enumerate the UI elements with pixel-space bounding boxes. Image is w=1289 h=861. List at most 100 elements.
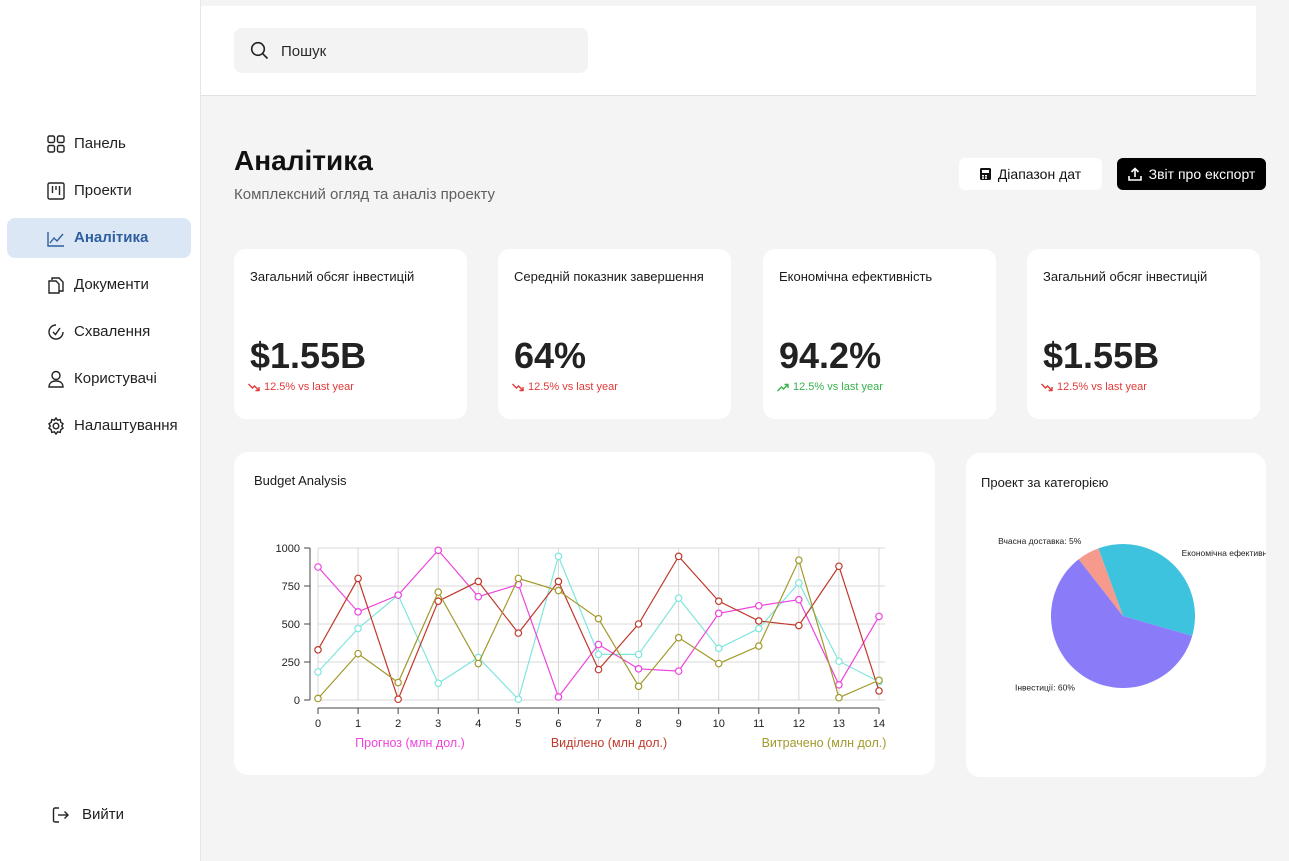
sidebar-item-label: Документи xyxy=(74,276,149,293)
export-report-label: Звіт про експорт xyxy=(1148,166,1256,182)
data-point xyxy=(554,577,563,586)
stat-card-title: Загальний обсяг інвестицій xyxy=(250,269,415,284)
stat-card-trend-text: 12.5% vs last year xyxy=(793,381,883,393)
data-point xyxy=(875,676,883,685)
data-point xyxy=(835,562,843,571)
legend-entry: Прогноз (млн дол.) xyxy=(355,736,465,750)
stat-card-trend: 12.5% vs last year xyxy=(512,381,618,393)
sidebar-item-projects[interactable]: Проекти xyxy=(7,171,191,211)
x-tick-label: 9 xyxy=(676,718,682,730)
x-tick-label: 10 xyxy=(713,718,725,730)
data-point xyxy=(354,649,362,658)
stat-card: Економічна ефективність 94.2% 12.5% vs l… xyxy=(763,249,996,419)
stat-card-title: Економічна ефективність xyxy=(779,269,933,284)
stat-card: Загальний обсяг інвестицій $1.55B 12.5% … xyxy=(234,249,467,419)
y-tick-label: 750 xyxy=(282,581,300,593)
date-range-button[interactable]: Діапазон дат xyxy=(959,158,1102,190)
export-report-button[interactable]: Звіт про експорт xyxy=(1117,158,1266,190)
pie-label: Економічна ефективність: 35% xyxy=(1182,548,1266,558)
upload-icon xyxy=(1127,167,1142,181)
search-input[interactable] xyxy=(281,40,571,62)
sidebar-item-label: Аналітика xyxy=(74,229,149,246)
logout-label: Вийти xyxy=(82,806,125,823)
data-point xyxy=(835,657,843,666)
data-point xyxy=(474,577,483,586)
stat-card-value: 64% xyxy=(514,335,587,376)
data-point xyxy=(835,681,843,689)
x-tick-label: 2 xyxy=(395,718,401,730)
y-tick-label: 0 xyxy=(294,695,300,707)
data-point xyxy=(354,624,362,633)
legend-entry: Витрачено (млн дол.) xyxy=(762,736,887,750)
data-point xyxy=(434,546,443,555)
sidebar-item-dashboard[interactable]: Панель xyxy=(7,124,191,164)
stat-card-title: Загальний обсяг інвестицій xyxy=(1043,269,1208,284)
trend-down-icon xyxy=(512,383,524,391)
sidebar-item-label: Налаштування xyxy=(74,417,178,434)
sidebar-nav: Панель Проекти Аналітика Документи Схвал… xyxy=(0,124,200,453)
gear-icon xyxy=(48,417,64,435)
x-tick-label: 14 xyxy=(873,718,885,730)
data-point xyxy=(354,574,362,583)
data-point xyxy=(434,588,443,596)
sidebar-item-users[interactable]: Користувачі xyxy=(7,359,191,399)
data-point xyxy=(754,624,763,633)
x-tick-label: 1 xyxy=(355,718,361,730)
data-point xyxy=(554,693,563,701)
date-range-label: Діапазон дат xyxy=(997,166,1082,182)
logout-button[interactable]: Вийти xyxy=(7,795,191,835)
data-point xyxy=(754,642,763,650)
sidebar-item-label: Проекти xyxy=(74,182,132,199)
sidebar-item-approvals[interactable]: Схвалення xyxy=(7,312,191,352)
data-point xyxy=(754,617,763,625)
data-point xyxy=(714,609,723,618)
category-pie-chart: Економічна ефективність: 35% Інвестиції: … xyxy=(998,536,1266,693)
data-point xyxy=(594,650,603,659)
category-panel: Проект за категорією Економічна ефективн… xyxy=(966,453,1266,777)
data-point xyxy=(594,640,603,649)
data-point xyxy=(674,667,683,675)
data-point xyxy=(514,574,523,583)
data-point xyxy=(434,679,443,688)
trend-down-icon xyxy=(1041,383,1053,391)
sidebar-item-settings[interactable]: Налаштування xyxy=(7,406,191,446)
data-point xyxy=(875,612,883,621)
data-point xyxy=(594,665,603,674)
data-point xyxy=(634,682,643,691)
data-point xyxy=(754,601,763,610)
data-point xyxy=(875,687,883,695)
sidebar-item-analytics[interactable]: Аналітика xyxy=(7,218,191,258)
legend-entry: Виділено (млн дол.) xyxy=(551,736,667,750)
y-tick-label: 500 xyxy=(282,619,300,631)
data-point xyxy=(474,659,483,668)
y-tick-label: 1000 xyxy=(276,543,300,555)
trend-down-icon xyxy=(248,383,260,391)
stat-card-trend-text: 12.5% vs last year xyxy=(264,381,354,393)
data-point xyxy=(554,586,563,595)
x-tick-label: 6 xyxy=(555,718,561,730)
x-tick-label: 4 xyxy=(475,718,481,730)
x-tick-label: 3 xyxy=(435,718,441,730)
data-point xyxy=(394,591,402,599)
kanban-icon xyxy=(47,182,65,200)
x-tick-label: 8 xyxy=(636,718,642,730)
search-box[interactable] xyxy=(234,28,588,73)
data-point xyxy=(394,678,402,687)
page-title: Аналітика xyxy=(234,145,373,176)
sidebar: Панель Проекти Аналітика Документи Схвал… xyxy=(0,0,200,861)
data-point xyxy=(634,620,643,628)
data-point xyxy=(674,552,683,561)
data-point xyxy=(674,633,683,642)
x-tick-label: 13 xyxy=(833,718,845,730)
data-point xyxy=(835,693,843,702)
stat-card-trend: 12.5% vs last year xyxy=(777,381,883,393)
sidebar-item-documents[interactable]: Документи xyxy=(7,265,191,305)
top-bar xyxy=(201,6,1256,96)
x-tick-label: 12 xyxy=(793,718,805,730)
x-tick-label: 5 xyxy=(515,718,521,730)
trending-line-icon xyxy=(47,232,64,247)
data-point xyxy=(634,665,643,673)
data-point xyxy=(354,608,362,616)
budget-analysis-panel: Budget Analysis 0 250 500 750 1000 0 1 2 3 4 5 6 7 8 9… xyxy=(234,452,935,775)
data-point xyxy=(795,621,803,630)
